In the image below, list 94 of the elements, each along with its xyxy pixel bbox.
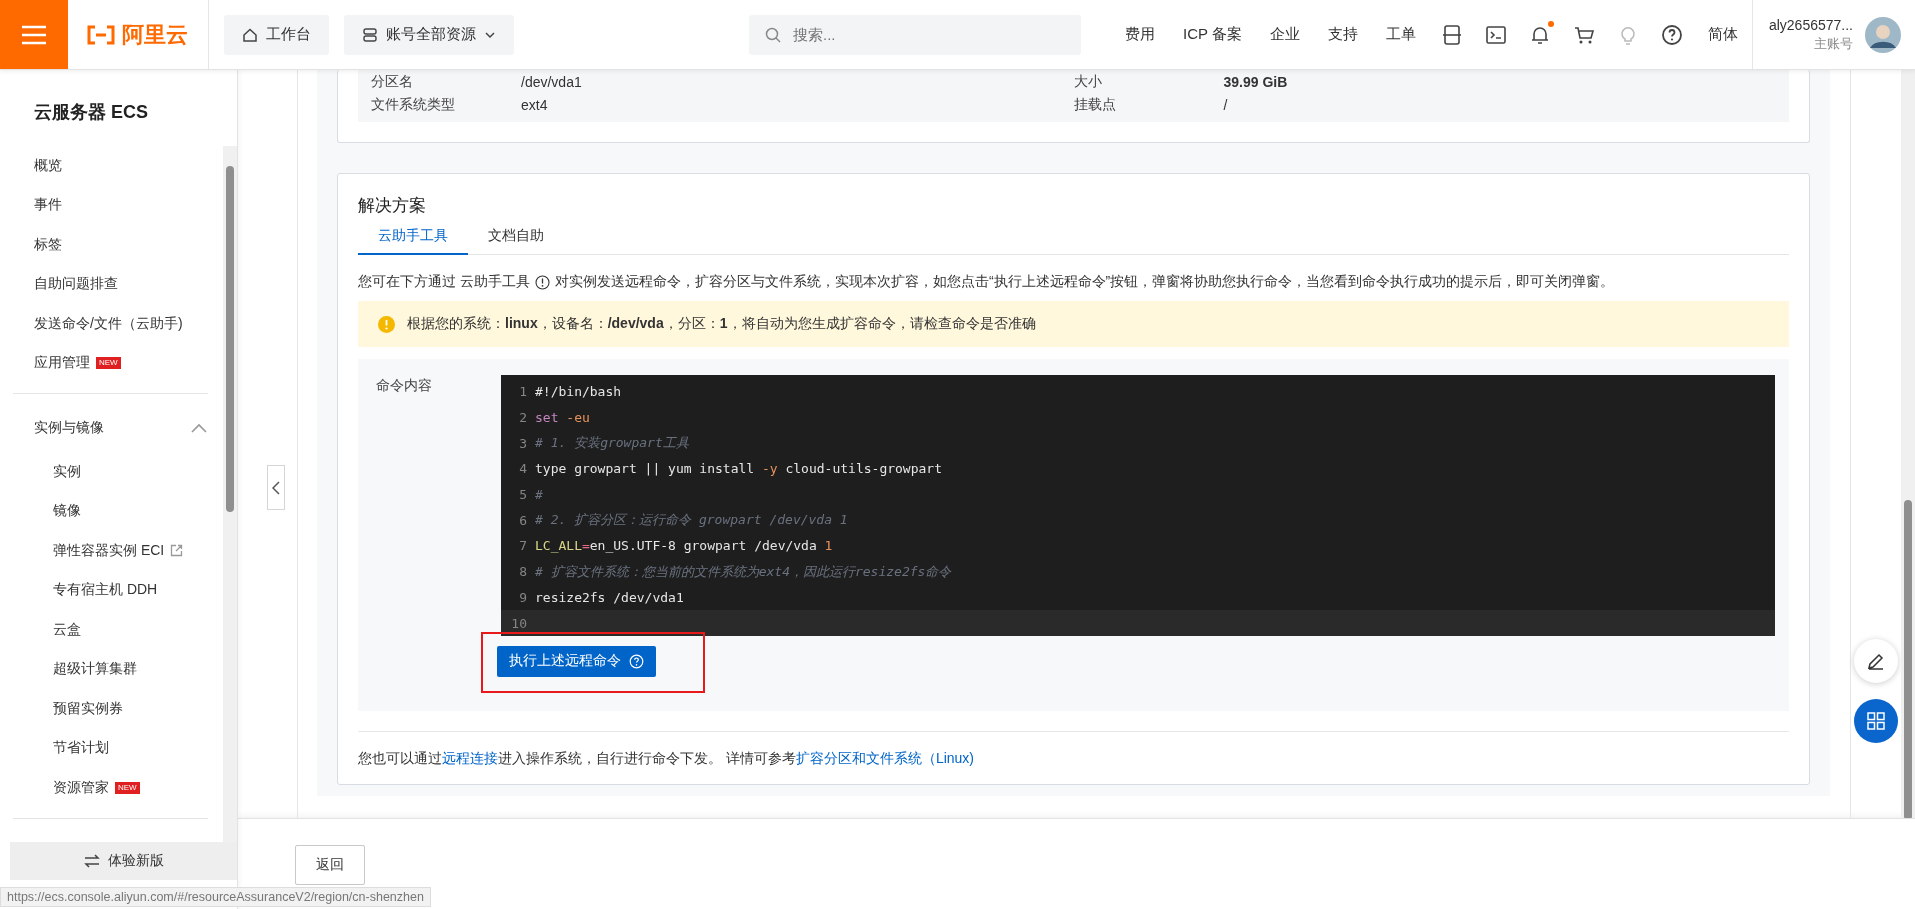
code-line: # 2. 扩容分区：运行命令 growpart /dev/vda 1	[535, 511, 848, 530]
intro-text: 对实例发送远程命令，扩容分区与文件系统，实现本次扩容，如您点击“执行上述远程命令”按钮，弹窗将协助您执行命令，当您看到命令执行成功的提示后，即可关闭弹窗。	[554, 273, 1615, 291]
tab[interactable]: 云助手工具	[358, 227, 468, 255]
sidebar-item[interactable]: 专有宿主机 DDH	[13, 570, 223, 610]
try-new-version-button[interactable]: 体验新版	[10, 842, 237, 880]
sidebar-item[interactable]: 弹性容器实例 ECI	[13, 531, 223, 571]
line-number: 2	[518, 410, 528, 426]
info-value: 39.99 GiB	[1223, 73, 1288, 90]
nav-link[interactable]: ICP 备案	[1169, 25, 1256, 44]
search-icon	[765, 26, 781, 43]
home-icon	[242, 26, 258, 43]
sidebar-item[interactable]: 预留实例券	[13, 689, 223, 729]
resources-dropdown[interactable]: 账号全部资源	[344, 14, 514, 55]
nav-link[interactable]: 支持	[1313, 25, 1372, 44]
account-role: 主账号	[1814, 34, 1853, 53]
code-line: #!/bin/bash	[535, 384, 622, 400]
menu-icon	[21, 24, 47, 45]
section-title: 解决方案	[358, 195, 427, 217]
switch-arrows-icon	[83, 854, 100, 868]
command-label: 命令内容	[376, 376, 433, 395]
logo-bracket-icon	[86, 24, 116, 45]
code-line: resize2fs /dev/vda1	[535, 589, 684, 605]
info-icon[interactable]	[534, 274, 550, 290]
sidebar-item[interactable]: 节省计划	[13, 728, 223, 768]
logo-text: 阿里云	[122, 20, 188, 49]
sidebar-item[interactable]: 云盒	[13, 610, 223, 650]
code-line: LC_ALL=en_US.UTF-8 growpart /dev/vda 1	[535, 538, 833, 554]
sidebar-item[interactable]: 应用管理 NEW	[13, 343, 223, 383]
code-line: set -eu	[535, 410, 590, 426]
line-number: 1	[518, 384, 528, 400]
tab[interactable]: 文档自助	[468, 227, 564, 255]
sidebar-group-header[interactable]: 实例与镜像	[13, 404, 223, 452]
line-number: 8	[518, 564, 528, 580]
terminal-icon	[1484, 23, 1507, 46]
sidebar-item[interactable]: 自助问题排查	[13, 264, 223, 304]
code-line: # 1. 安装growpart工具	[535, 434, 689, 453]
help-icon	[629, 653, 644, 669]
intro-text: 您可在下方通过 云助手工具	[358, 273, 530, 291]
line-number: 6	[518, 512, 528, 528]
info-value: /dev/vda1	[521, 73, 582, 90]
line-number: 10	[510, 615, 528, 631]
nav-link[interactable]: 企业	[1255, 25, 1314, 44]
link[interactable]: 远程连接	[442, 749, 498, 766]
pencil-icon	[1866, 651, 1886, 671]
warning-icon	[378, 315, 395, 333]
new-badge: NEW	[96, 357, 121, 370]
sidebar-item[interactable]: 镜像	[13, 491, 223, 531]
sidebar-item[interactable]: 发送命令/文件（云助手)	[13, 304, 223, 344]
back-button[interactable]: 返回	[295, 844, 365, 885]
line-number: 5	[518, 487, 528, 503]
sidebar-item[interactable]: 标签	[13, 225, 223, 265]
search-field[interactable]: 搜索...	[749, 14, 1081, 55]
nav-link[interactable]: 工单	[1371, 25, 1430, 44]
scrollbar[interactable]	[1901, 70, 1915, 818]
info-label: 文件系统类型	[371, 95, 456, 114]
line-number: 3	[518, 435, 528, 451]
scrollbar[interactable]	[223, 146, 237, 842]
server-icon	[362, 26, 378, 43]
sidebar-item[interactable]: 实例	[13, 452, 223, 492]
sidebar-title: 云服务器 ECS	[33, 101, 149, 124]
edit-button[interactable]	[1854, 639, 1898, 683]
workbench-button[interactable]: 工作台	[224, 14, 329, 55]
sidebar-item[interactable]: 概览	[13, 146, 223, 186]
code-line: #	[535, 487, 543, 503]
collapse-sidebar-button[interactable]	[267, 465, 285, 510]
line-number: 4	[518, 461, 528, 477]
info-label: 大小	[1073, 72, 1103, 91]
phone-icon	[1440, 23, 1463, 46]
status-url: https://ecs.console.aliyun.com/#/resourceAssuranceV2/region/cn-shenzhen	[0, 887, 431, 907]
line-number: 7	[518, 538, 528, 554]
nav-link[interactable]: 费用	[1111, 25, 1169, 44]
menu-button[interactable]	[0, 0, 68, 69]
sidebar-item[interactable]: 超级计算集群	[13, 649, 223, 689]
sidebar-item[interactable]: 事件	[13, 185, 223, 225]
chevron-left-icon	[272, 480, 280, 495]
code-line: type growpart || yum install -y cloud-utils-growpart	[535, 461, 942, 477]
language-link[interactable]: 简体	[1693, 25, 1752, 44]
link[interactable]: 扩容分区和文件系统（Linux)	[795, 749, 975, 766]
grid-icon	[1866, 711, 1886, 731]
info-label: 挂载点	[1073, 95, 1117, 114]
footer-text: 您也可以通过远程连接进入操作系统，自行进行命令下发。 详情可参考扩容分区和文件系统（Linux)	[358, 749, 976, 768]
info-label: 分区名	[371, 72, 414, 91]
new-badge: NEW	[115, 781, 140, 794]
sidebar-item[interactable]: 资源管家 NEW	[13, 768, 223, 808]
run-command-button[interactable]: 执行上述远程命令	[497, 645, 656, 677]
help-icon	[1660, 23, 1683, 46]
code-line: # 扩容文件系统：您当前的文件系统为ext4，因此运行resize2fs命令	[535, 562, 952, 581]
apps-button[interactable]	[1854, 699, 1898, 743]
account-name[interactable]: aly2656577...	[1768, 16, 1853, 33]
avatar-icon[interactable]	[1865, 16, 1901, 53]
info-value: /	[1223, 96, 1228, 113]
alert-text: 根据您的系统：linux，设备名：/dev/vda，分区：1，将自动为您生成扩容命令，请检查命令是否准确	[407, 315, 1036, 333]
line-number: 9	[518, 589, 528, 605]
info-value: ext4	[521, 96, 548, 113]
